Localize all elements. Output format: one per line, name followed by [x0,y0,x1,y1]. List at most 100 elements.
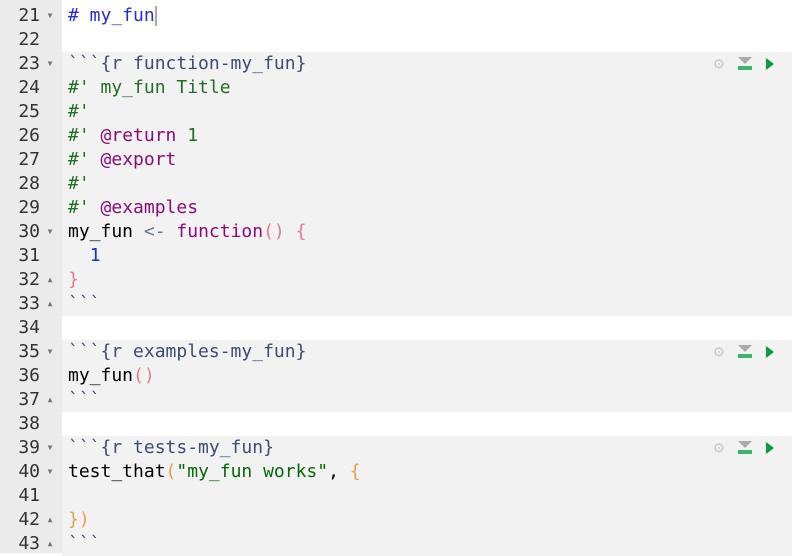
fold-arrow-up-icon[interactable]: ▲ [45,508,55,532]
fold-arrow-up-icon[interactable]: ▲ [45,532,55,556]
code-line[interactable]: 22 [0,28,792,52]
code-editor[interactable]: 21 ▼ # my_fun 22 23 ▼ ```{r function-my_fun} ⚙ 2… [0,0,792,556]
code-line[interactable]: 26 #' @return 1 [0,124,792,148]
code-line[interactable]: 27 #' @export [0,148,792,172]
line-number: 32 [18,269,40,290]
code-text: ``` [68,388,101,412]
code-line[interactable]: 39 ▼ ```{r tests-my_fun} ⚙ [0,436,792,460]
code-line[interactable]: 31 1 [0,244,792,268]
code-line[interactable]: 34 [0,316,792,340]
code-token: , [328,461,350,482]
fold-arrow-down-icon[interactable]: ▼ [45,4,55,28]
code-line[interactable]: 33 ▲ ``` [0,292,792,316]
code-token: function [176,221,264,242]
code-line[interactable]: 41 [0,484,792,508]
code-text: ``` [68,292,101,316]
code-line[interactable]: 24 #' my_fun Title [0,76,792,100]
code-line[interactable]: 42 ▲}) [0,508,792,532]
code-line[interactable]: 28 #' [0,172,792,196]
chunk-toolbar: ⚙ [714,52,774,76]
code-text: #' @return 1 [68,124,198,148]
fold-arrow-up-icon[interactable]: ▲ [45,388,55,412]
code-text: test_that("my_fun works", { [68,460,361,484]
code-line[interactable]: 38 [0,412,792,436]
fold-arrow-up-icon[interactable]: ▲ [45,268,55,292]
line-number: 22 [18,29,40,50]
code-token: } [68,269,79,290]
gear-icon[interactable]: ⚙ [714,340,724,364]
fold-arrow-down-icon[interactable]: ▼ [45,340,55,364]
code-token: @return [100,125,177,146]
code-text: #' [68,172,90,196]
line-number: 27 [18,149,40,170]
line-number: 24 [18,77,40,98]
code-token: 1 [176,125,199,146]
code-line[interactable]: 37 ▲ ``` [0,388,792,412]
code-token: }) [68,509,90,530]
code-text: #' [68,100,90,124]
code-token: "my_fun works" [176,461,329,482]
run-previous-chunks-icon[interactable] [738,345,752,359]
code-text: my_fun() [68,364,155,388]
code-text: ```{r function-my_fun} [68,52,306,76]
line-number: 23 [18,53,40,74]
code-line[interactable]: 40 ▼ test_that("my_fun works", { [0,460,792,484]
code-token: () [133,365,155,386]
code-token: ```{r examples-my_fun} [68,341,307,362]
run-chunk-icon[interactable] [766,58,774,70]
code-line[interactable]: 35 ▼ ```{r examples-my_fun} ⚙ [0,340,792,364]
code-token: @examples [100,197,199,218]
line-number: 35 [18,341,40,362]
code-token: <- [143,221,166,242]
code-token: @export [100,149,177,170]
text-cursor [154,6,157,26]
fold-arrow-down-icon[interactable]: ▼ [45,460,55,484]
code-token: my_fun [68,365,134,386]
code-text: my_fun <- function() { [68,220,306,244]
fold-arrow-down-icon[interactable]: ▼ [45,436,55,460]
line-number: 30 [18,221,40,242]
code-line[interactable]: 36 my_fun() [0,364,792,388]
code-text: 1 [68,244,101,268]
code-token: ```{r function-my_fun} [68,53,307,74]
code-token: #' [68,125,101,146]
code-line[interactable]: 23 ▼ ```{r function-my_fun} ⚙ [0,52,792,76]
line-number: 29 [18,197,40,218]
line-number: 43 [18,533,40,554]
code-line[interactable]: 32 ▲} [0,268,792,292]
run-previous-chunks-icon[interactable] [738,441,752,455]
line-number: 41 [18,485,40,506]
code-token: #' [68,173,90,194]
line-number: 39 [18,437,40,458]
code-token: #' my_fun Title [68,77,231,98]
code-text: }) [68,508,90,532]
code-line[interactable]: 43 ▲ ``` [0,532,792,556]
line-number: 37 [18,389,40,410]
line-number: 42 [18,509,40,530]
code-text: ```{r tests-my_fun} [68,436,274,460]
code-token: my_fun [68,221,144,242]
code-token: { [349,461,361,482]
line-number: 21 [18,5,40,26]
code-token: ``` [68,533,101,554]
fold-arrow-down-icon[interactable]: ▼ [45,52,55,76]
run-previous-chunks-icon[interactable] [738,57,752,71]
line-number: 38 [18,413,40,434]
run-chunk-icon[interactable] [766,346,774,358]
gear-icon[interactable]: ⚙ [714,52,724,76]
code-token: # my_fun [68,5,155,26]
code-text: ``` [68,532,101,556]
line-number: 34 [18,317,40,338]
code-text: #' @export [68,148,176,172]
fold-arrow-down-icon[interactable]: ▼ [45,220,55,244]
code-line[interactable]: 30 ▼ my_fun <- function() { [0,220,792,244]
run-chunk-icon[interactable] [766,442,774,454]
code-line[interactable]: 25 #' [0,100,792,124]
code-line[interactable]: 29 #' @examples [0,196,792,220]
fold-arrow-up-icon[interactable]: ▲ [45,292,55,316]
code-token: { [295,221,307,242]
code-line[interactable]: 21 ▼ # my_fun [0,4,792,28]
gear-icon[interactable]: ⚙ [714,436,724,460]
code-token: #' [68,101,90,122]
